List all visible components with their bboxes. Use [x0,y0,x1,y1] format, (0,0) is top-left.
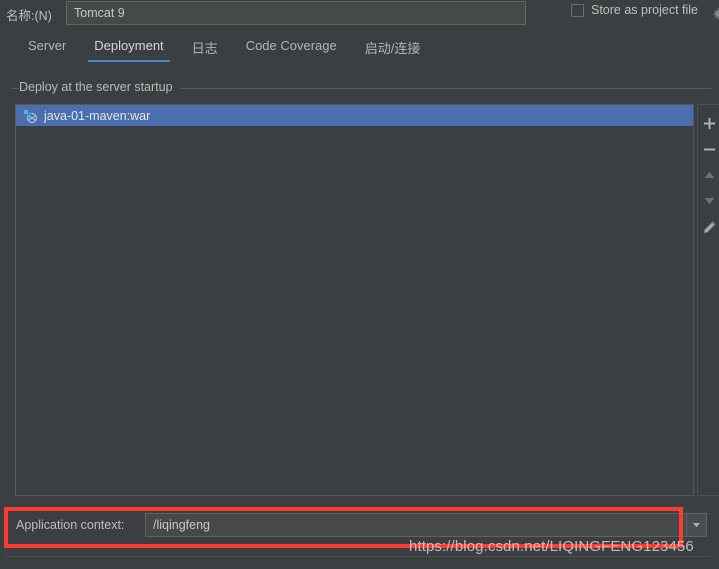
tab-server[interactable]: Server [14,36,80,62]
list-item-label: java-01-maven:war [44,108,151,123]
remove-button[interactable] [697,136,719,162]
watermark-text: https://blog.csdn.net/LIQINGFENG123456 [409,538,694,555]
list-toolbar [697,104,719,496]
list-item[interactable]: java-01-maven:war [16,105,693,126]
move-down-button[interactable] [697,188,719,214]
store-as-project-file-label: Store as project file [591,3,698,17]
store-as-project-file-row[interactable]: Store as project file [571,3,698,17]
minus-icon [703,148,716,150]
store-as-project-file-checkbox[interactable] [571,3,584,17]
deployment-list[interactable]: java-01-maven:war [15,104,694,496]
tab-logs[interactable]: 日志 [178,36,232,66]
panel-bottom-edge [4,556,710,557]
move-up-button[interactable] [697,162,719,188]
tab-code-coverage[interactable]: Code Coverage [232,36,351,62]
deploy-at-server-startup-group: Deploy at the server startup java-01-mav… [11,80,719,498]
pencil-icon [703,220,716,233]
name-input[interactable] [66,1,526,25]
edit-button[interactable] [697,214,719,240]
group-title: Deploy at the server startup [19,80,180,94]
name-label: 名称:(N) [6,9,52,23]
application-context-label: Application context: [16,518,125,532]
application-context-input[interactable] [145,513,701,537]
tab-startup-connection[interactable]: 启动/连接 [351,36,435,66]
add-button[interactable] [697,110,719,136]
name-row: 名称:(N) Store as project file [0,0,719,28]
triangle-down-icon [692,523,701,528]
chevron-down-icon [704,197,715,205]
gear-icon[interactable] [712,7,719,20]
tab-deployment[interactable]: Deployment [80,36,177,62]
artifact-war-icon [22,108,38,124]
tab-bar: Server Deployment 日志 Code Coverage 启动/连接 [0,36,719,66]
application-context-dropdown-button[interactable] [686,513,707,537]
chevron-up-icon [704,171,715,179]
plus-icon [703,117,716,129]
application-context-row: Application context: [0,512,719,540]
